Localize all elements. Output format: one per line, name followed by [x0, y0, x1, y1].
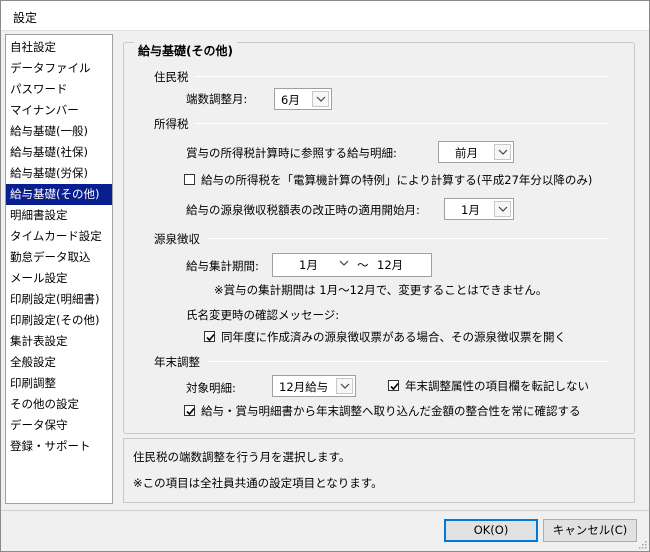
- resident-tax-heading: 住民税: [154, 70, 189, 84]
- rounding-month-value: 6月: [281, 93, 300, 107]
- sidebar-item[interactable]: 給与基礎(社保): [6, 142, 112, 163]
- cancel-button-label: キャンセル(C): [552, 523, 628, 537]
- sidebar-item[interactable]: データファイル: [6, 58, 112, 79]
- settings-category-list[interactable]: 自社設定 データファイル パスワード マイナンバー 給与基礎(一般) 給与基礎(社保) 給与…: [5, 34, 113, 504]
- revision-start-value: 1月: [461, 203, 480, 217]
- sidebar-item[interactable]: その他の設定: [6, 394, 112, 415]
- sidebar-item[interactable]: 自社設定: [6, 37, 112, 58]
- sidebar-item[interactable]: パスワード: [6, 79, 112, 100]
- period-from-select[interactable]: 1月: [273, 254, 355, 276]
- income-tax-divider: [194, 123, 609, 124]
- withholding-divider: [207, 238, 609, 239]
- consistency-label[interactable]: 給与・賞与明細書から年末調整へ取り込んだ金額の整合性を常に確認する: [201, 403, 581, 419]
- income-tax-heading: 所得税: [154, 117, 189, 131]
- settings-window: 設定 自社設定 データファイル パスワード マイナンバー 給与基礎(一般) 給与基礎(社保…: [0, 0, 650, 552]
- special-calc-checkbox[interactable]: [184, 174, 195, 185]
- revision-start-select[interactable]: 1月: [444, 198, 514, 220]
- sidebar-item[interactable]: タイムカード設定: [6, 226, 112, 247]
- ok-button[interactable]: OK(O): [444, 519, 538, 542]
- resident-tax-divider: [194, 76, 609, 77]
- help-text-line2: ※この項目は全社員共通の設定項目となります。: [133, 476, 383, 490]
- window-title: 設定: [13, 11, 38, 25]
- period-range-field: 1月 ～ 12月: [272, 253, 432, 277]
- no-copy-checkbox[interactable]: [388, 380, 399, 391]
- ok-button-label: OK(O): [473, 523, 509, 537]
- target-label: 対象明細:: [186, 381, 236, 395]
- group-title: 給与基礎(その他): [134, 42, 237, 59]
- sidebar-item[interactable]: 集計表設定: [6, 331, 112, 352]
- sidebar-item[interactable]: 全般設定: [6, 352, 112, 373]
- bonus-ref-value: 前月: [455, 146, 478, 160]
- period-to-value: 12月: [377, 258, 404, 272]
- title-bar: 設定: [1, 1, 649, 31]
- settings-panel: 給与基礎(その他) 住民税 端数調整月: 6月 所得税 賞与の所得税計算時に参照…: [123, 34, 635, 434]
- rounding-month-select[interactable]: 6月: [274, 88, 332, 110]
- withholding-heading: 源泉徴収: [154, 232, 200, 246]
- period-from-value: 1月: [299, 258, 318, 272]
- sidebar-item[interactable]: 給与基礎(労保): [6, 163, 112, 184]
- sidebar-item[interactable]: 給与基礎(一般): [6, 121, 112, 142]
- sidebar-item[interactable]: 印刷設定(その他): [6, 310, 112, 331]
- no-copy-label[interactable]: 年末調整属性の項目欄を転記しない: [405, 378, 589, 394]
- sidebar-item[interactable]: 登録・サポート: [6, 436, 112, 457]
- sidebar-item[interactable]: 印刷調整: [6, 373, 112, 394]
- sidebar-item[interactable]: 印刷設定(明細書): [6, 289, 112, 310]
- bonus-period-note: ※賞与の集計期間は 1月～12月で、変更することはできません。: [214, 283, 548, 297]
- footer-divider: [1, 510, 649, 511]
- help-text-line1: 住民税の端数調整を行う月を選択します。: [133, 450, 351, 464]
- sidebar-item[interactable]: メール設定: [6, 268, 112, 289]
- revision-start-label: 給与の源泉徴収税額表の改正時の適用開始月:: [186, 203, 420, 217]
- target-value: 12月給与: [279, 380, 329, 394]
- year-end-heading: 年末調整: [154, 355, 200, 369]
- name-change-checkbox[interactable]: [204, 331, 215, 342]
- sidebar-item[interactable]: 勤怠データ取込: [6, 247, 112, 268]
- checkmark-icon: [390, 382, 399, 391]
- chevron-down-icon[interactable]: [336, 378, 353, 394]
- period-label: 給与集計期間:: [186, 259, 259, 273]
- consistency-checkbox[interactable]: [184, 405, 195, 416]
- resize-grip-icon[interactable]: [637, 539, 647, 549]
- cancel-button[interactable]: キャンセル(C): [543, 519, 637, 542]
- bonus-ref-label: 賞与の所得税計算時に参照する給与明細:: [186, 146, 397, 160]
- chevron-down-icon[interactable]: [312, 91, 329, 107]
- period-tilde: ～: [357, 258, 369, 272]
- checkmark-icon: [206, 333, 215, 342]
- rounding-month-label: 端数調整月:: [186, 92, 248, 106]
- checkmark-icon: [186, 407, 195, 416]
- name-change-label: 氏名変更時の確認メッセージ:: [186, 308, 340, 322]
- name-change-check-label[interactable]: 同年度に作成済みの源泉徴収票がある場合、その源泉徴収票を開く: [221, 329, 566, 345]
- help-text-box: 住民税の端数調整を行う月を選択します。 ※この項目は全社員共通の設定項目となりま…: [123, 438, 635, 503]
- chevron-down-icon[interactable]: [494, 144, 511, 160]
- sidebar-item[interactable]: 給与基礎(その他): [6, 184, 112, 205]
- sidebar-item[interactable]: 明細書設定: [6, 205, 112, 226]
- chevron-down-icon[interactable]: [336, 256, 353, 272]
- chevron-down-icon[interactable]: [494, 201, 511, 217]
- bonus-ref-select[interactable]: 前月: [438, 141, 514, 163]
- sidebar-item[interactable]: データ保守: [6, 415, 112, 436]
- target-select[interactable]: 12月給与: [272, 375, 356, 397]
- sidebar-item[interactable]: マイナンバー: [6, 100, 112, 121]
- special-calc-label[interactable]: 給与の所得税を「電算機計算の特例」により計算する(平成27年分以降のみ): [201, 172, 592, 188]
- year-end-divider: [207, 361, 609, 362]
- settings-group: 給与基礎(その他) 住民税 端数調整月: 6月 所得税 賞与の所得税計算時に参照…: [123, 42, 635, 434]
